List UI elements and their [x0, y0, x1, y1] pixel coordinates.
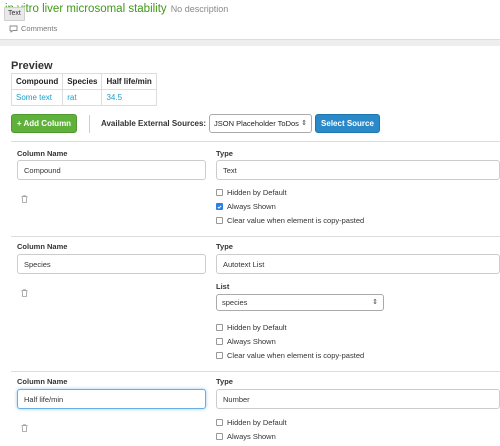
checkbox[interactable] — [216, 352, 223, 359]
hidden-label: Hidden by Default — [227, 323, 287, 332]
preview-cell: Some text — [10, 89, 64, 106]
external-source-select[interactable]: JSON Placeholder ToDos ⇕ — [209, 114, 312, 133]
always-shown-checkbox-row[interactable]: Always Shown — [216, 432, 276, 441]
checkbox-checked[interactable] — [216, 203, 223, 210]
column-name-label: Column Name — [17, 149, 68, 158]
list-label: List — [216, 282, 230, 291]
clear-value-checkbox-row[interactable]: Clear value when element is copy-pasted — [216, 216, 364, 225]
always-shown-checkbox-row[interactable]: Always Shown — [216, 202, 276, 211]
preview-header-cell: Compound — [10, 73, 64, 90]
column-name-label: Column Name — [17, 242, 68, 251]
type-label: Type — [216, 149, 233, 158]
clear-value-label: Clear value when element is copy-pasted — [227, 351, 365, 360]
trash-icon[interactable] — [21, 284, 28, 302]
preview-table: Compound Species Half life/min Some text… — [10, 73, 157, 106]
hidden-checkbox-row[interactable]: Hidden by Default — [216, 323, 287, 332]
hidden-label: Hidden by Default — [227, 418, 287, 427]
hidden-checkbox-row[interactable]: Hidden by Default — [216, 188, 287, 197]
header-divider — [0, 39, 500, 46]
select-caret-icon: ⇕ — [372, 299, 378, 306]
column-name-input[interactable]: Species — [17, 254, 206, 274]
always-shown-checkbox-row[interactable]: Always Shown — [216, 337, 276, 346]
comments-label: Comments — [21, 24, 58, 33]
list-select-value: species — [222, 298, 248, 307]
checkbox[interactable] — [216, 324, 223, 331]
trash-icon[interactable] — [21, 419, 28, 437]
preview-header-cell: Half life/min — [101, 73, 157, 90]
column-divider — [11, 371, 500, 372]
column-divider — [11, 236, 500, 237]
type-field[interactable]: Number — [216, 389, 500, 409]
preview-row: Some text rat 34.5 — [10, 89, 157, 106]
checkbox[interactable] — [216, 189, 223, 196]
select-caret-icon: ⇕ — [301, 120, 307, 127]
external-source-value: JSON Placeholder ToDos — [214, 119, 299, 128]
column-name-input[interactable]: Half life/min — [17, 389, 206, 409]
column-editor-species: Column Name Species Type Autotext List L… — [11, 236, 500, 371]
always-shown-label: Always Shown — [227, 337, 276, 346]
checkbox[interactable] — [216, 433, 223, 440]
page-title: in vitro liver microsomal stability No de… — [5, 3, 228, 15]
type-label: Type — [216, 377, 233, 386]
select-source-button[interactable]: Select Source — [315, 114, 380, 133]
comments-icon — [9, 25, 18, 33]
preview-header-cell: Species — [62, 73, 103, 90]
preview-cell: rat — [62, 89, 103, 106]
page-description: No description — [170, 4, 229, 14]
add-column-button[interactable]: + Add Column — [11, 114, 77, 133]
column-name-label: Column Name — [17, 377, 68, 386]
page-header: in vitro liver microsomal stability No de… — [0, 0, 500, 46]
column-divider — [11, 141, 500, 142]
checkbox[interactable] — [216, 217, 223, 224]
type-label: Type — [216, 242, 233, 251]
hidden-label: Hidden by Default — [227, 188, 287, 197]
clear-value-label: Clear value when element is copy-pasted — [227, 216, 365, 225]
column-editor-half-life: Column Name Half life/min Type Number Hi… — [11, 371, 500, 446]
toolbar-separator — [89, 115, 90, 133]
always-shown-label: Always Shown — [227, 432, 276, 441]
external-sources-label: Available External Sources: — [101, 119, 207, 128]
page-title-text: in vitro liver microsomal stability — [5, 3, 167, 15]
comments-link[interactable]: Comments — [9, 24, 57, 33]
always-shown-label: Always Shown — [227, 202, 276, 211]
column-editor-compound: Column Name Compound Type Text Hidden by… — [11, 141, 500, 236]
preview-header-row: Compound Species Half life/min — [10, 73, 157, 90]
clear-value-checkbox-row[interactable]: Clear value when element is copy-pasted — [216, 351, 364, 360]
check-icon — [217, 205, 222, 209]
preview-title: Preview — [11, 60, 53, 72]
checkbox[interactable] — [216, 338, 223, 345]
column-name-input[interactable]: Compound — [17, 160, 206, 180]
type-field[interactable]: Text — [216, 160, 500, 180]
hidden-checkbox-row[interactable]: Hidden by Default — [216, 418, 287, 427]
tooltip: Text — [4, 7, 25, 21]
preview-cell: 34.5 — [101, 89, 157, 106]
column-toolbar: + Add Column Available External Sources:… — [11, 114, 500, 134]
trash-icon[interactable] — [21, 190, 28, 208]
type-field[interactable]: Autotext List — [216, 254, 500, 274]
checkbox[interactable] — [216, 419, 223, 426]
list-select[interactable]: species ⇕ — [216, 294, 384, 311]
